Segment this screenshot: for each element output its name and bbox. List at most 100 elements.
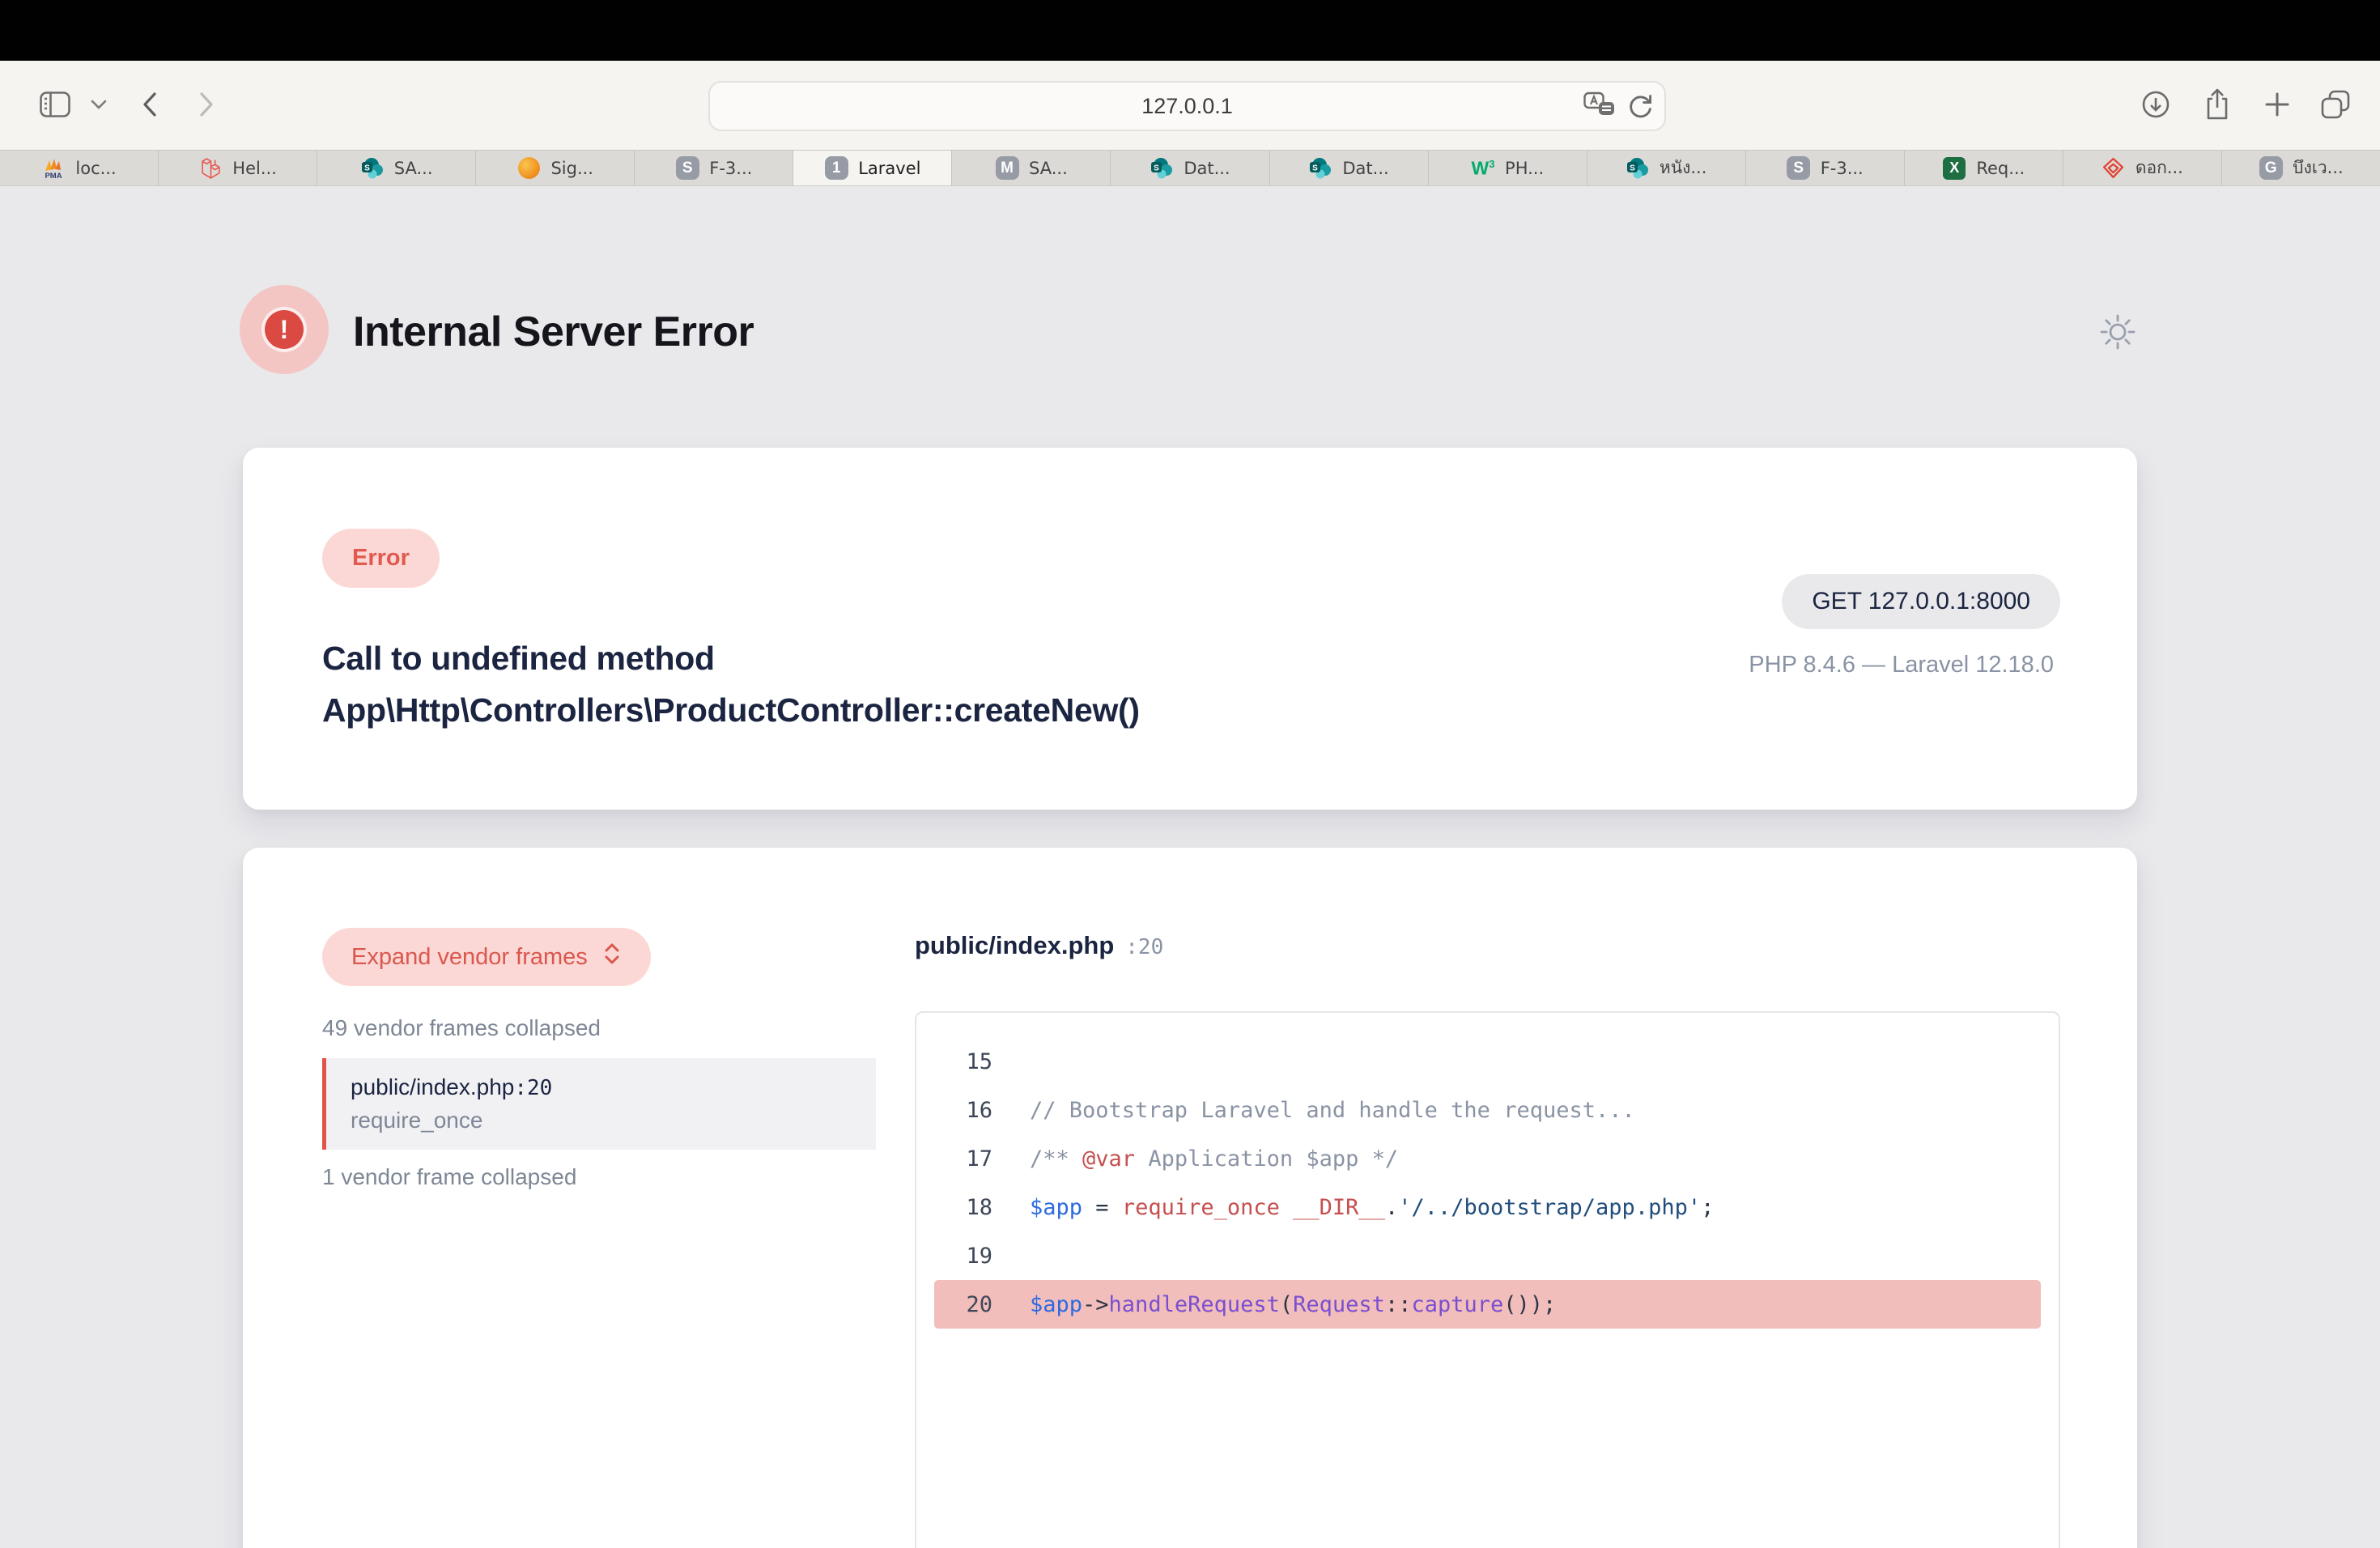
- tab-label: บึงเว...: [2293, 155, 2344, 181]
- tab-label: Hel...: [232, 159, 277, 178]
- reload-icon: [1627, 92, 1653, 121]
- favicon-sharepoint: S: [1308, 156, 1332, 181]
- stack-frame-item[interactable]: public/index.php:20 require_once: [322, 1058, 876, 1150]
- menu-bar-strip: [0, 0, 2380, 61]
- code-line-18: 18 $app = require_once __DIR__.'/../boots…: [934, 1183, 2041, 1231]
- tab-2[interactable]: Hel...: [159, 151, 317, 185]
- reload-button[interactable]: [1627, 92, 1653, 121]
- tab-label: ดอก...: [2136, 155, 2183, 181]
- frame-file: public/index.php: [351, 1074, 514, 1099]
- exclamation-icon: !: [261, 307, 307, 352]
- svg-text:S: S: [1313, 164, 1319, 172]
- line-number: 19: [934, 1244, 992, 1269]
- tab-4[interactable]: Sig...: [476, 151, 635, 185]
- tab-14[interactable]: ดอก...: [2063, 151, 2222, 185]
- back-button[interactable]: [130, 61, 170, 150]
- error-summary-card: Error Call to undefined method App\Http\…: [243, 448, 2137, 810]
- error-status-icon: !: [240, 285, 329, 374]
- request-badge: GET 127.0.0.1:8000: [1782, 574, 2060, 629]
- tab-label: Laravel: [858, 159, 920, 178]
- tab-15[interactable]: G บึงเว...: [2222, 151, 2380, 185]
- tab-label: Req...: [1976, 159, 2025, 178]
- back-icon: [142, 92, 157, 119]
- tab-overview-button[interactable]: [2317, 61, 2354, 150]
- code-file-header: public/index.php :20: [915, 931, 1163, 960]
- error-message-line-1: Call to undefined method: [322, 632, 1140, 684]
- share-icon: [2203, 88, 2232, 123]
- browser-toolbar: 127.0.0.1: [0, 61, 2380, 150]
- url-text: 127.0.0.1: [1141, 94, 1233, 119]
- tab-1[interactable]: PMA loc...: [0, 151, 159, 185]
- sun-icon: [2098, 342, 2137, 354]
- code-line-20-highlighted: 20 $app->handleRequest(Request::capture()…: [934, 1280, 2041, 1329]
- address-bar[interactable]: 127.0.0.1: [708, 81, 1666, 131]
- share-button[interactable]: [2199, 61, 2236, 150]
- code-text: $app->handleRequest(Request::capture());: [1030, 1292, 1556, 1317]
- download-icon: [2140, 88, 2172, 123]
- frame-function: require_once: [351, 1108, 852, 1133]
- favicon-badge-s: S: [1787, 156, 1811, 181]
- error-message: Call to undefined method App\Http\Contro…: [322, 632, 1140, 736]
- code-file-name: public/index.php: [915, 931, 1114, 959]
- downloads-button[interactable]: [2137, 61, 2174, 150]
- expand-vendor-frames-button[interactable]: Expand vendor frames: [322, 928, 651, 986]
- favicon-laravel: [198, 156, 223, 181]
- tab-9[interactable]: S Dat...: [1270, 151, 1429, 185]
- line-number: 16: [934, 1098, 992, 1123]
- expand-collapse-icon: [602, 941, 622, 973]
- tab-3[interactable]: SSA...: [317, 151, 476, 185]
- tab-label: SA...: [1029, 159, 1068, 178]
- favicon-pma: PMA: [41, 156, 66, 181]
- tab-10[interactable]: W3 PH...: [1429, 151, 1587, 185]
- favicon-excel: X: [1942, 156, 1966, 181]
- tab-5[interactable]: S F-3...: [635, 151, 793, 185]
- tab-label: F-3...: [1821, 159, 1864, 178]
- code-file-line: :20: [1125, 935, 1163, 959]
- favicon-sharepoint: S: [1150, 156, 1174, 181]
- tab-13[interactable]: X Req...: [1905, 151, 2063, 185]
- code-line-16: 16 // Bootstrap Laravel and handle the re…: [934, 1086, 2041, 1134]
- frame-line-number: :20: [514, 1076, 552, 1100]
- sidebar-icon: [40, 91, 70, 120]
- favicon-badge-m: M: [995, 156, 1019, 181]
- theme-toggle-button[interactable]: [2098, 313, 2137, 354]
- error-type-badge: Error: [322, 529, 440, 588]
- tab-label: loc...: [75, 159, 116, 178]
- line-number: 20: [934, 1292, 992, 1317]
- svg-text:PMA: PMA: [45, 172, 62, 180]
- favicon-w3: W3: [1471, 156, 1495, 181]
- plus-icon: [2263, 91, 2291, 121]
- tab-8[interactable]: SDat...: [1111, 151, 1269, 185]
- error-message-line-2: App\Http\Controllers\ProductController::…: [322, 684, 1140, 736]
- screen: 127.0.0.1 PMAloc...Hel...SSA...Sig...SF-…: [0, 0, 2380, 1548]
- tab-6-active[interactable]: 1Laravel: [793, 151, 952, 185]
- translate-button[interactable]: [1583, 91, 1616, 121]
- vendor-frames-collapsed-top: 49 vendor frames collapsed: [322, 1015, 601, 1041]
- new-tab-button[interactable]: [2259, 61, 2296, 150]
- code-line-19: 19: [934, 1231, 2041, 1280]
- favicon-badge-g: G: [2259, 156, 2283, 181]
- line-number: 18: [934, 1195, 992, 1220]
- favicon-badge-s: S: [675, 156, 699, 181]
- code-text: // Bootstrap Laravel and handle the requ…: [1030, 1098, 1635, 1123]
- frame-title: public/index.php:20: [351, 1074, 852, 1100]
- svg-text:S: S: [1154, 164, 1159, 172]
- favicon-sharepoint: S: [1626, 156, 1650, 181]
- code-line-17: 17/** @var Application $app */: [934, 1134, 2041, 1183]
- sidebar-toggle-button[interactable]: [31, 61, 79, 150]
- line-number: 15: [934, 1049, 992, 1074]
- tab-11[interactable]: Sหนัง...: [1587, 151, 1746, 185]
- vendor-frames-collapsed-bottom: 1 vendor frame collapsed: [322, 1164, 576, 1190]
- forward-button[interactable]: [186, 61, 227, 150]
- tab-label: PH...: [1505, 159, 1544, 178]
- favicon-redmark: [2102, 156, 2126, 181]
- tab-12[interactable]: S F-3...: [1746, 151, 1905, 185]
- tab-label: Dat...: [1342, 159, 1388, 178]
- tab-label: F-3...: [709, 159, 752, 178]
- sidebar-menu-button[interactable]: [83, 61, 115, 150]
- tab-7[interactable]: M SA...: [952, 151, 1111, 185]
- code-text: $app = require_once __DIR__.'/../bootstr…: [1030, 1195, 1714, 1220]
- line-number: 17: [934, 1146, 992, 1172]
- tabs-icon: [2320, 89, 2351, 122]
- stack-trace-card: Expand vendor frames 49 vendor frames co…: [243, 848, 2137, 1548]
